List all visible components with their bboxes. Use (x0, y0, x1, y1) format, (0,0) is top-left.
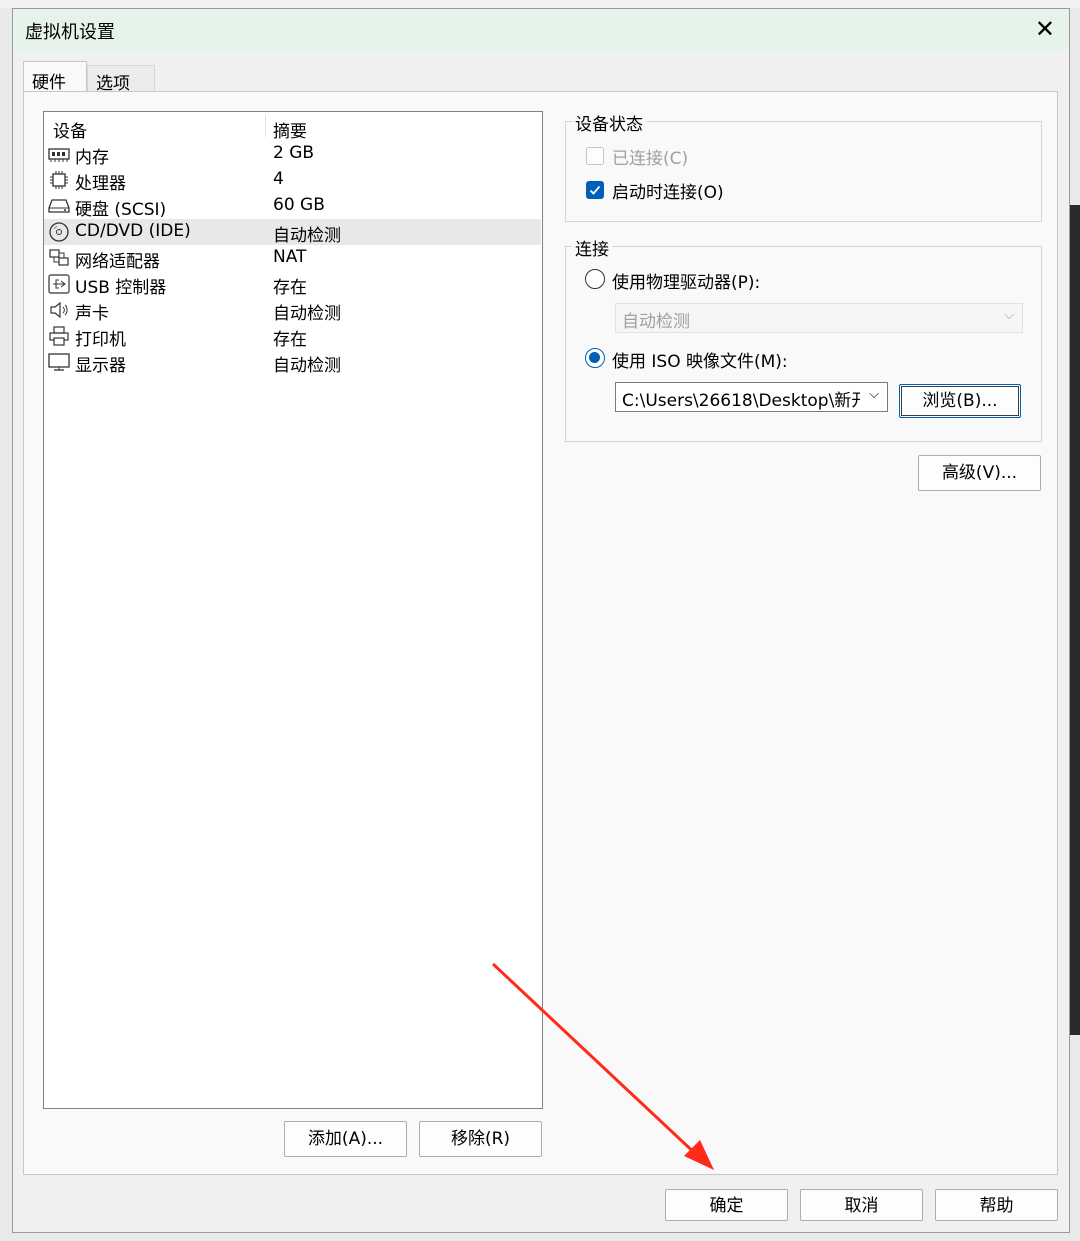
arrow-shaft (491, 962, 702, 1160)
arrow-head (684, 1140, 714, 1170)
annotation-arrow (491, 962, 714, 1170)
